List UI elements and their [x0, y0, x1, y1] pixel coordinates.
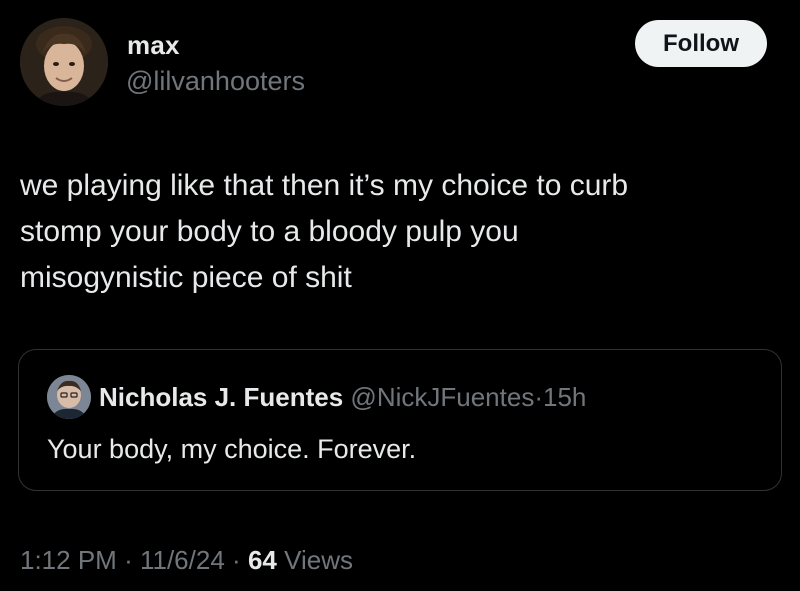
author-handle[interactable]: @lilvanhooters [126, 66, 305, 97]
quoted-tweet-text: Your body, my choice. Forever. [47, 434, 417, 464]
quoted-tweet-time[interactable]: 15h [543, 382, 586, 412]
quoted-author-avatar[interactable] [47, 375, 91, 419]
tweet-date[interactable]: 11/6/24 [140, 545, 225, 575]
tweet-text-line: stomp your body to a bloody pulp you [20, 215, 519, 248]
follow-button[interactable]: Follow [635, 20, 767, 67]
quoted-author-handle[interactable]: @NickJFuentes [350, 382, 534, 412]
author-display-name[interactable]: max [127, 30, 180, 61]
tweet-text-line: misogynistic piece of shit [20, 261, 352, 294]
views-count[interactable]: 64 [248, 545, 277, 575]
separator-dot: · [124, 545, 133, 575]
quoted-tweet-header: Nicholas J. Fuentes @NickJFuentes·15h [99, 381, 586, 413]
author-avatar[interactable] [20, 18, 108, 106]
quoted-tweet-card[interactable]: Nicholas J. Fuentes @NickJFuentes·15h Yo… [18, 349, 782, 491]
quoted-author-name[interactable]: Nicholas J. Fuentes [99, 382, 343, 412]
separator-dot: · [232, 545, 241, 575]
user-avatar-icon [20, 18, 108, 106]
views-label: Views [284, 545, 353, 575]
tweet-text: we playing like that then it’s my choice… [20, 163, 780, 301]
tweet-meta: 1:12 PM · 11/6/24 · 64 Views [20, 543, 353, 577]
separator-dot: · [534, 382, 543, 412]
tweet-time[interactable]: 1:12 PM [20, 545, 117, 575]
tweet-text-line: we playing like that then it’s my choice… [20, 169, 629, 202]
user-avatar-icon [47, 375, 91, 419]
